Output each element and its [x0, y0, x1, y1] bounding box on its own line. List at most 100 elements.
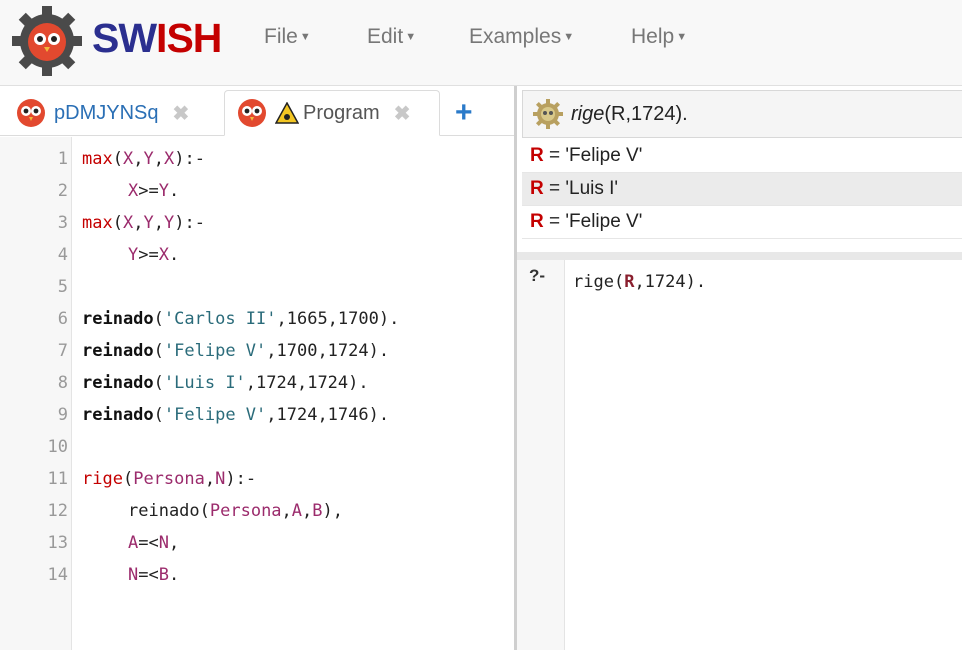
token: ):-	[174, 149, 205, 169]
code-text: rige(Persona,N):-	[82, 463, 256, 495]
prompt-gutter: ?-	[517, 260, 565, 650]
tab-program[interactable]: Program ✖	[224, 90, 440, 136]
token: ,1700,1724).	[266, 341, 390, 361]
token: B	[312, 501, 323, 521]
answer-row[interactable]: R = 'Felipe V'	[522, 206, 962, 239]
tab-label: Program	[303, 101, 380, 124]
gear-owl-icon	[533, 99, 563, 129]
caret-down-icon: ▼	[563, 31, 575, 44]
answer-eq: =	[543, 145, 566, 166]
token: N	[128, 565, 139, 585]
token: Persona	[209, 501, 282, 521]
code-text: A=<N,	[128, 527, 179, 559]
code-text: reinado('Felipe V',1700,1724).	[82, 335, 389, 367]
token: (	[153, 373, 164, 393]
query-name: rige	[571, 102, 605, 125]
menu-examples[interactable]: Examples ▼	[469, 25, 574, 49]
token: 'Felipe V'	[163, 341, 267, 361]
query-input[interactable]: rige(R,1724).	[573, 272, 706, 292]
query-prompt: ?-	[529, 266, 546, 285]
navbar: SWISH File ▼ Edit ▼ Examples ▼ Help ▼	[0, 0, 962, 86]
code-line: 5	[0, 271, 514, 303]
editor-tab-bar: pDMJYNSq ✖ Program ✖	[0, 86, 514, 136]
token: .	[168, 565, 180, 585]
code-text: reinado(Persona,A,B),	[128, 495, 343, 527]
token: ),	[322, 501, 344, 521]
token: X	[122, 213, 134, 233]
token: reinado(	[128, 501, 210, 521]
line-number: 9	[57, 405, 68, 425]
token: B	[158, 565, 169, 585]
answer-row[interactable]: R = 'Luis I'	[522, 173, 962, 206]
menu-file[interactable]: File ▼	[264, 25, 311, 49]
code-line: 3 max(X,Y,Y):-	[0, 207, 514, 239]
token: A	[291, 501, 303, 521]
token: A	[128, 533, 139, 553]
query-token: ,1724).	[634, 272, 707, 292]
token: =<	[138, 533, 159, 553]
add-tab-plus-icon[interactable]: +	[455, 96, 473, 130]
line-number: 12	[47, 501, 68, 521]
code-line: 11 rige(Persona,N):-	[0, 463, 514, 495]
menu-file-label: File	[264, 25, 298, 48]
line-number: 6	[57, 309, 68, 329]
brand-title[interactable]: SWISH	[92, 15, 222, 62]
token: (	[153, 309, 164, 329]
results-splitter[interactable]	[517, 252, 962, 260]
token: ,	[168, 533, 180, 553]
caret-down-icon: ▼	[299, 31, 311, 44]
code-editor[interactable]: 1 max(X,Y,X):- 2 X>=Y. 3 max(X,Y,Y):- 4 …	[0, 137, 514, 650]
code-line: 2 X>=Y.	[0, 175, 514, 207]
query-console[interactable]: ?- rige(R,1724).	[517, 260, 962, 650]
token: 'Carlos II'	[163, 309, 277, 329]
token: >=	[138, 181, 159, 201]
close-icon[interactable]: ✖	[394, 101, 411, 126]
code-text: max(X,Y,X):-	[82, 143, 205, 175]
token: ,	[281, 501, 292, 521]
answer-value: 'Felipe V'	[565, 145, 643, 166]
line-number: 3	[57, 213, 68, 233]
code-line: 13 A=<N,	[0, 527, 514, 559]
close-icon[interactable]: ✖	[172, 101, 189, 126]
answer-eq: =	[543, 178, 566, 199]
swish-owl-gear-logo[interactable]	[10, 4, 84, 78]
token: Persona	[133, 469, 205, 489]
token: ):-	[225, 469, 257, 489]
token: =<	[138, 565, 159, 585]
token: >=	[138, 245, 159, 265]
token: rige	[82, 469, 123, 489]
tab-pdmjynsq[interactable]: pDMJYNSq ✖	[16, 90, 221, 136]
code-line: 4 Y>=X.	[0, 239, 514, 271]
token: ,1665,1700).	[276, 309, 400, 329]
line-number: 2	[57, 181, 68, 201]
query-args: (R,1724).	[604, 102, 688, 125]
menu-help[interactable]: Help ▼	[631, 25, 687, 49]
token: X	[163, 149, 175, 169]
token: X	[128, 181, 139, 201]
query-header[interactable]: rige (R,1724).	[522, 90, 962, 138]
answer-var: R	[530, 178, 544, 199]
code-line: 12 reinado(Persona,A,B),	[0, 495, 514, 527]
menu-edit[interactable]: Edit ▼	[367, 25, 416, 49]
line-number: 1	[57, 149, 68, 169]
token: (	[112, 213, 123, 233]
line-number: 14	[47, 565, 68, 585]
token: (	[153, 405, 164, 425]
token: (	[112, 149, 123, 169]
brand-ish: ISH	[156, 15, 222, 61]
query-token: rige(	[573, 272, 625, 292]
code-line: 6 reinado('Carlos II',1665,1700).	[0, 303, 514, 335]
code-text: Y>=X.	[128, 239, 179, 271]
token: Y	[128, 245, 139, 265]
line-number: 7	[57, 341, 68, 361]
answer-value: 'Luis I'	[565, 178, 619, 199]
token: .	[168, 181, 180, 201]
token: N	[215, 469, 226, 489]
token: reinado	[82, 341, 154, 361]
answer-var: R	[530, 145, 544, 166]
code-line: 14 N=<B.	[0, 559, 514, 591]
token: ,1724,1746).	[266, 405, 390, 425]
answer-row[interactable]: R = 'Felipe V'	[522, 140, 962, 173]
tab-label: pDMJYNSq	[54, 101, 159, 124]
line-number: 13	[47, 533, 68, 553]
